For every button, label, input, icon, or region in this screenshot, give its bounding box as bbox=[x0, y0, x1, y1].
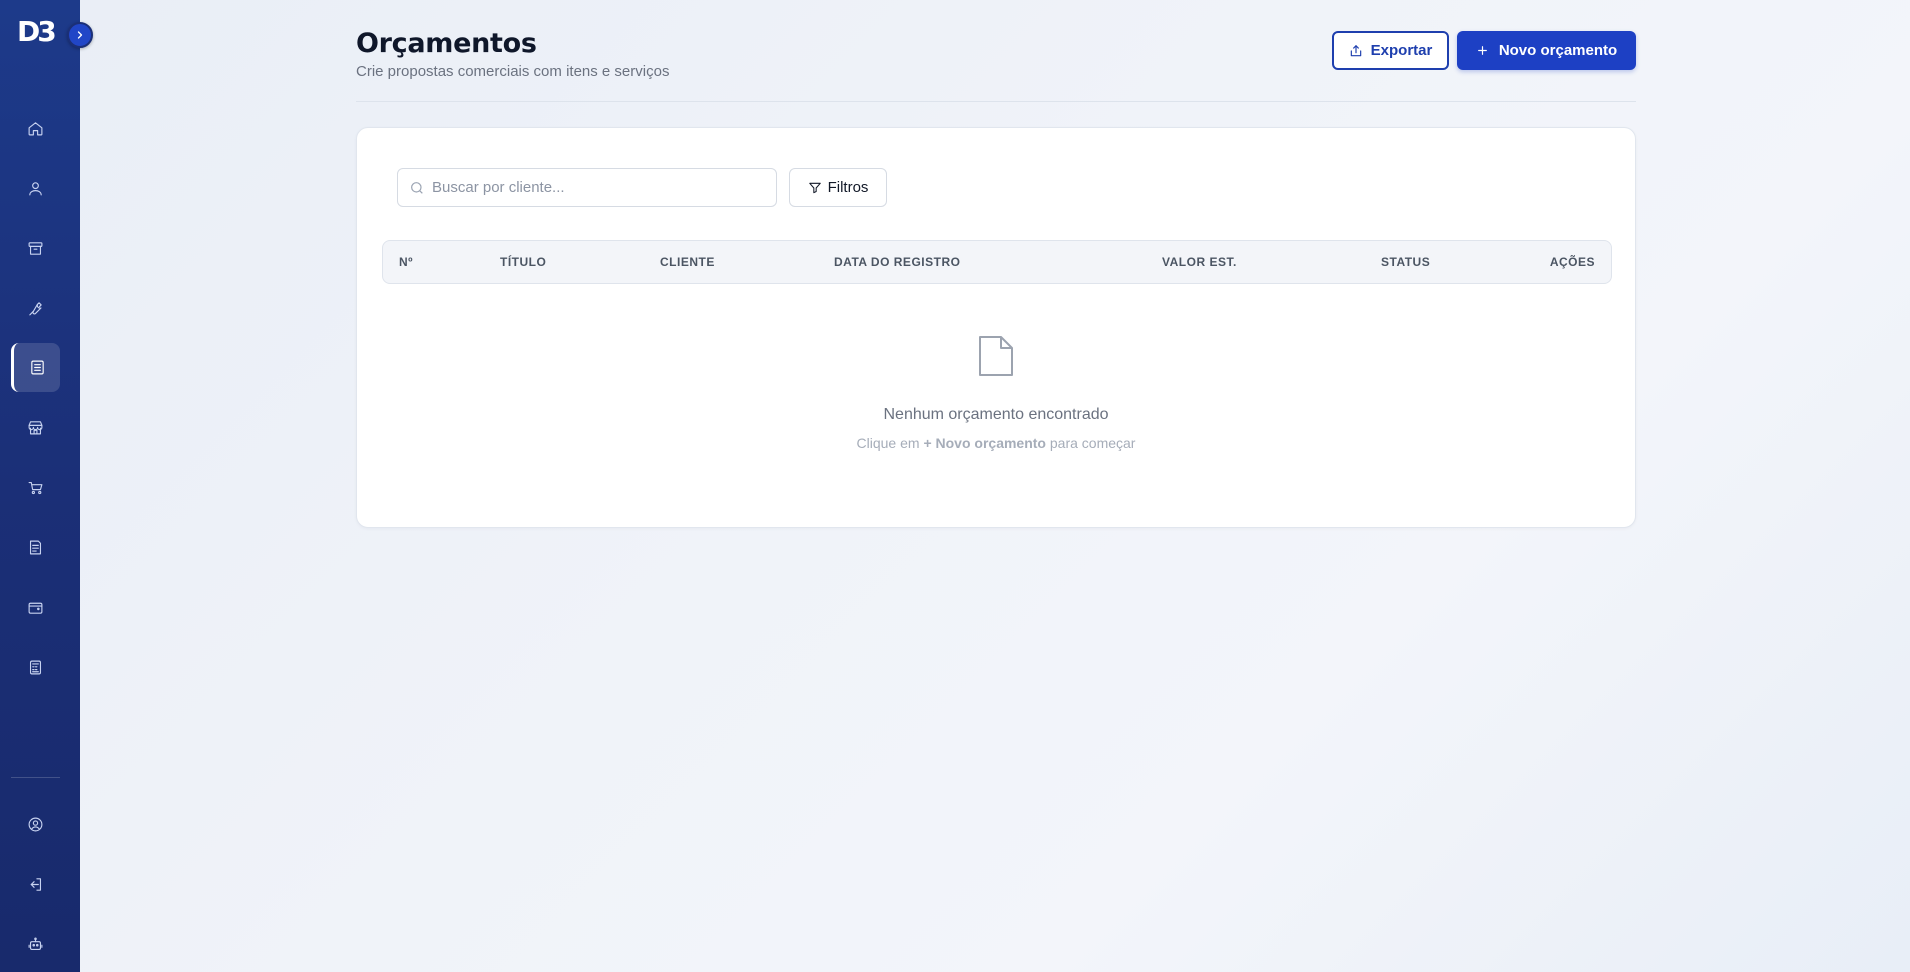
wallet-icon bbox=[28, 602, 43, 614]
column-header-date[interactable]: DATA DO REGISTRO bbox=[834, 241, 960, 283]
header-divider bbox=[356, 101, 1636, 102]
logout-icon bbox=[30, 878, 42, 891]
column-header-client[interactable]: CLIENTE bbox=[660, 241, 715, 283]
sidebar-item-profile[interactable] bbox=[11, 800, 60, 849]
document-icon bbox=[977, 334, 1015, 378]
page-title: Orçamentos bbox=[356, 28, 537, 59]
invoice-icon bbox=[29, 540, 42, 555]
sidebar-item-finance[interactable] bbox=[11, 583, 60, 632]
sidebar-item-services[interactable] bbox=[11, 284, 60, 333]
sidebar-divider bbox=[11, 777, 60, 778]
page-subtitle: Crie propostas comerciais com itens e se… bbox=[356, 63, 670, 80]
column-header-title[interactable]: TÍTULO bbox=[500, 241, 546, 283]
sidebar-item-home[interactable] bbox=[11, 104, 60, 153]
sidebar-item-assistant[interactable] bbox=[11, 920, 60, 969]
sidebar-item-reports[interactable] bbox=[11, 643, 60, 692]
sidebar-item-logout[interactable] bbox=[11, 860, 60, 909]
sidebar: D3 bbox=[0, 0, 80, 972]
sidebar-item-store[interactable] bbox=[11, 403, 60, 452]
sidebar-item-products[interactable] bbox=[11, 224, 60, 273]
empty-state-title: Nenhum orçamento encontrado bbox=[883, 406, 1109, 423]
chevron-right-icon bbox=[77, 31, 83, 39]
spreadsheet-icon bbox=[30, 360, 44, 375]
new-budget-button-label: Novo orçamento bbox=[1498, 42, 1618, 59]
export-button-label: Exportar bbox=[1370, 42, 1433, 59]
empty-hint-prefix: Clique em bbox=[856, 435, 920, 451]
column-header-status[interactable]: STATUS bbox=[1381, 241, 1430, 283]
home-icon bbox=[28, 122, 43, 136]
user-circle-icon bbox=[28, 817, 43, 832]
share-icon bbox=[1350, 44, 1361, 56]
column-header-value[interactable]: VALOR EST. bbox=[1162, 241, 1237, 283]
search-input[interactable] bbox=[432, 169, 772, 206]
empty-hint-emphasis: + Novo orçamento bbox=[923, 435, 1046, 451]
table-header: Nº TÍTULO CLIENTE DATA DO REGISTRO VALOR… bbox=[382, 240, 1612, 284]
filter-icon bbox=[808, 182, 821, 193]
filters-button-label: Filtros bbox=[827, 179, 869, 196]
bot-icon bbox=[28, 937, 43, 951]
sidebar-item-budgets[interactable] bbox=[11, 343, 60, 392]
sidebar-toggle-button[interactable] bbox=[67, 22, 93, 48]
wrench-icon bbox=[29, 302, 42, 316]
empty-hint-suffix: para começar bbox=[1049, 435, 1136, 451]
plus-icon bbox=[1477, 46, 1487, 55]
budgets-card: Filtros Nº TÍTULO CLIENTE DATA DO REGIST… bbox=[356, 127, 1636, 528]
filters-button[interactable]: Filtros bbox=[789, 168, 887, 207]
sidebar-item-clients[interactable] bbox=[11, 164, 60, 213]
user-icon bbox=[29, 182, 42, 196]
column-header-number[interactable]: Nº bbox=[399, 241, 413, 283]
new-budget-button[interactable]: Novo orçamento bbox=[1457, 31, 1636, 70]
sidebar-item-sales[interactable] bbox=[11, 463, 60, 512]
search-icon bbox=[411, 182, 423, 194]
sidebar-item-invoices[interactable] bbox=[11, 523, 60, 572]
empty-state-hint: Clique em + Novo orçamento para começar bbox=[357, 435, 1635, 451]
column-header-actions: AÇÕES bbox=[1549, 255, 1595, 269]
calculator-icon bbox=[29, 660, 42, 675]
export-button[interactable]: Exportar bbox=[1332, 31, 1449, 70]
search-field[interactable] bbox=[397, 168, 777, 207]
store-icon bbox=[28, 421, 43, 435]
archive-icon bbox=[28, 242, 43, 255]
cart-icon bbox=[28, 481, 43, 495]
brand-logo[interactable]: D3 bbox=[17, 16, 57, 48]
